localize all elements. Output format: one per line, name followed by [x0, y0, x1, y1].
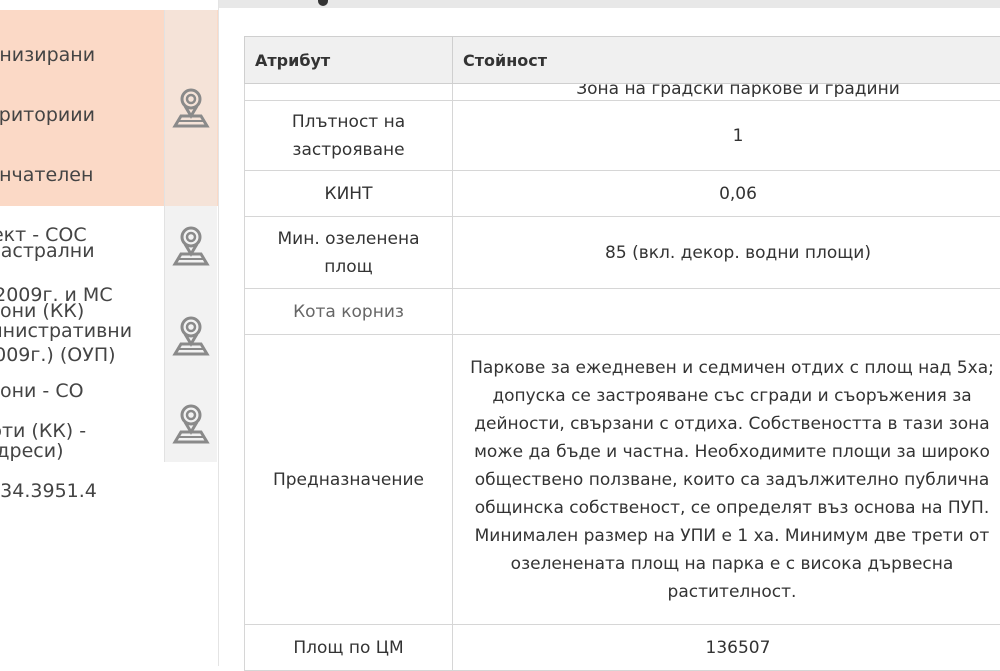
attribute-cell: Плътност на застрояване — [245, 101, 453, 171]
value-cell — [453, 289, 1000, 335]
layer-label: моти (КК) - 3134.3951.4 — [0, 386, 160, 536]
table-row: Кота корниз — [245, 289, 1000, 335]
table-row: Зона на градски паркове и градини — [245, 84, 1000, 101]
map-pin-icon[interactable] — [164, 386, 217, 462]
table-header-row: Атрибут Стойност — [245, 37, 1000, 84]
map-pin-icon[interactable] — [164, 206, 217, 286]
value-cell: Паркове за ежедневен и седмичен отдих с … — [453, 335, 1000, 625]
column-header-value: Стойност — [453, 37, 1000, 84]
attribute-cell: Предназначение — [245, 335, 453, 625]
layer-item-cadastral-districts[interactable]: адастрални айони (КК) — [0, 206, 218, 286]
table-row: Площ по ЦМ 136507 — [245, 625, 1000, 671]
attribute-cell — [245, 84, 453, 101]
layer-item-urbanized-territories[interactable]: банизирани териториии кончателен юект - … — [0, 10, 218, 206]
layers-panel: банизирани териториии кончателен юект - … — [0, 0, 219, 666]
layer-item-administrative-districts[interactable]: министративни айони - СО (Адреси) — [0, 286, 218, 386]
attribute-cell: Мин. озеленена площ — [245, 217, 453, 289]
map-pin-icon[interactable] — [164, 10, 217, 206]
table-row: Мин. озеленена площ 85 (вкл. декор. водн… — [245, 217, 1000, 289]
value-cell: Зона на градски паркове и градини — [453, 84, 1000, 101]
value-cell: 136507 — [453, 625, 1000, 671]
value-cell: 0,06 — [453, 171, 1000, 217]
layer-item-properties[interactable]: моти (КК) - 3134.3951.4 — [0, 386, 218, 462]
value-cell: 85 (вкл. декор. водни площи) — [453, 217, 1000, 289]
table-row: КИНТ 0,06 — [245, 171, 1000, 217]
attribute-cell: Площ по ЦМ — [245, 625, 453, 671]
attribute-cell: Кота корниз — [245, 289, 453, 335]
value-cell: 1 — [453, 101, 1000, 171]
column-header-attribute: Атрибут — [245, 37, 453, 84]
table-row: Плътност на застрояване 1 — [245, 101, 1000, 171]
top-toolbar-strip — [218, 0, 1000, 8]
attribute-table: Атрибут Стойност Зона на градски паркове… — [244, 36, 1000, 671]
attribute-cell: КИНТ — [245, 171, 453, 217]
map-pin-icon[interactable] — [164, 286, 217, 386]
table-row: Предназначение Паркове за ежедневен и се… — [245, 335, 1000, 625]
toolbar-icon-fragment — [318, 0, 328, 6]
